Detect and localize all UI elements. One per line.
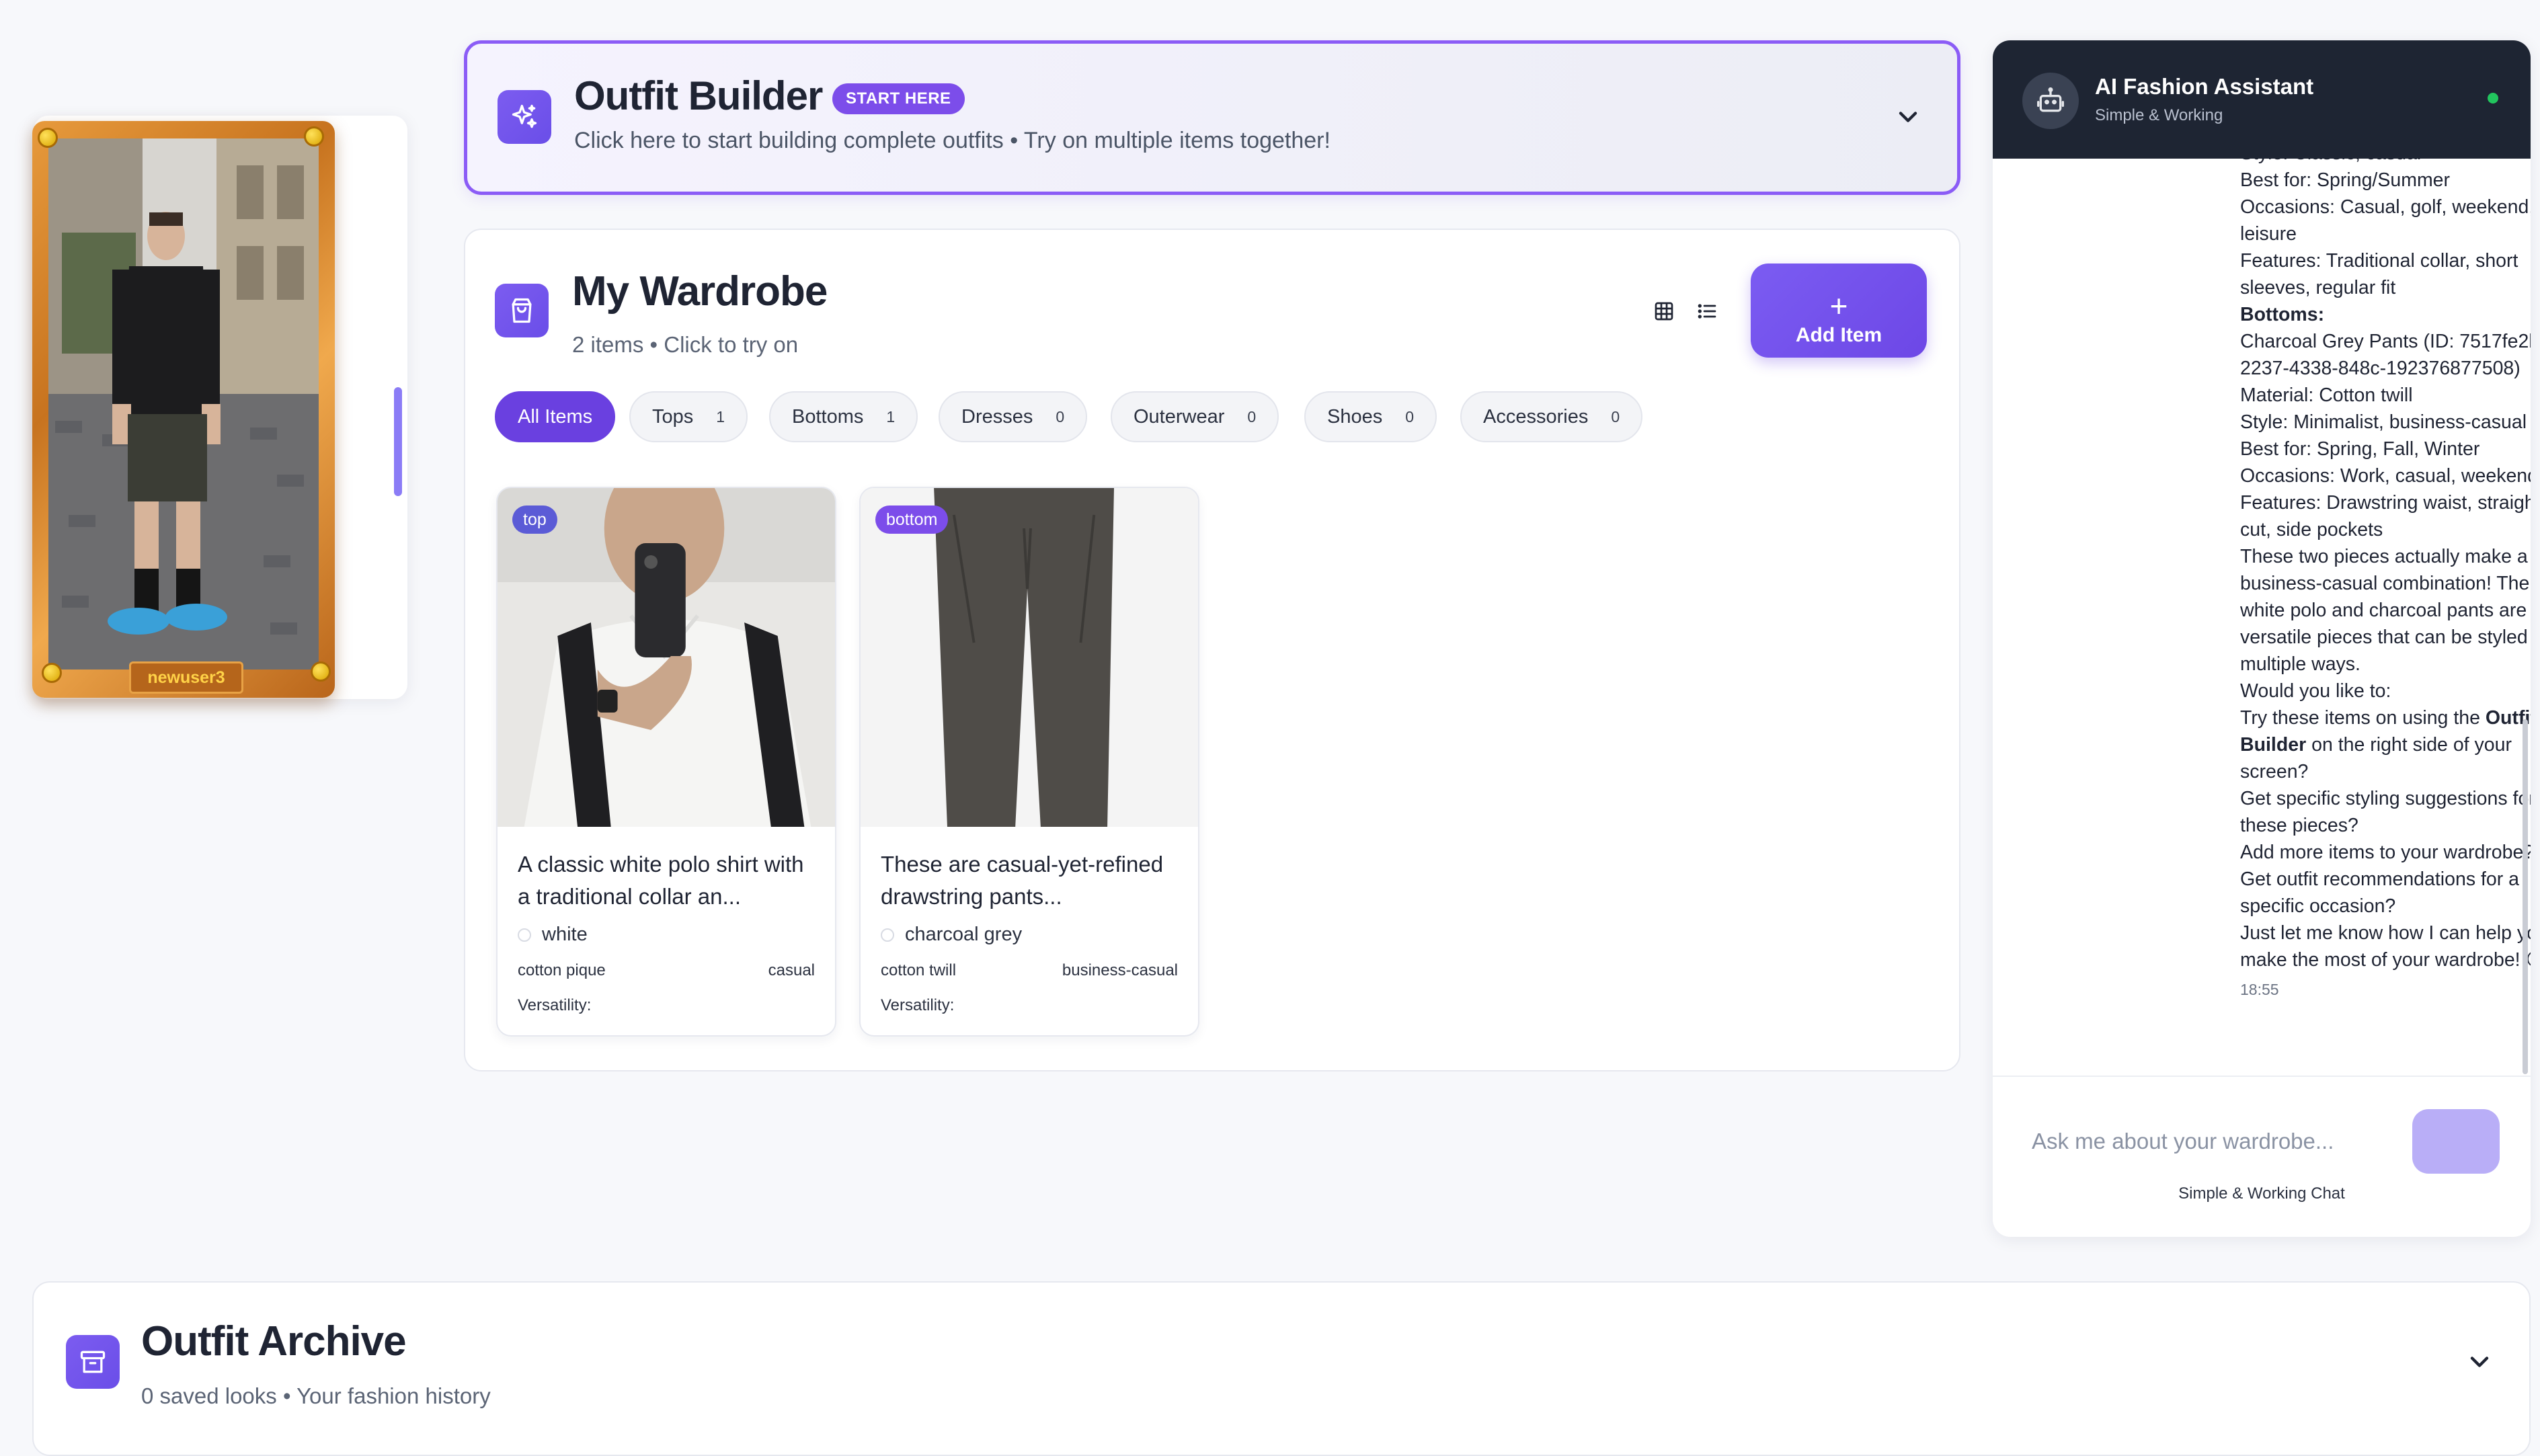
message-timestamp: 18:55: [2240, 981, 2279, 998]
filter-count: 1: [886, 407, 896, 426]
filter-outerwear[interactable]: Outerwear 0: [1111, 391, 1279, 442]
outfit-archive-title: Outfit Archive: [141, 1318, 407, 1365]
assistant-message: Style: Classic, casual Best for: Spring/…: [2240, 159, 2531, 1003]
chat-input[interactable]: [2030, 1109, 2407, 1174]
item-style: casual: [768, 961, 815, 979]
frame-corner-ornament: [311, 661, 331, 682]
item-color-label: white: [542, 924, 588, 945]
add-item-button[interactable]: + Add Item: [1751, 264, 1927, 358]
item-material: cotton twill: [881, 961, 957, 979]
item-description: These are casual-yet-refined drawstring …: [881, 852, 1164, 909]
filter-label: Accessories: [1483, 405, 1589, 428]
category-tag: bottom: [875, 505, 949, 534]
item-color-label: charcoal grey: [905, 924, 1023, 945]
chevron-down-icon[interactable]: [2465, 1347, 2494, 1377]
outfit-archive-panel[interactable]: [32, 1281, 2531, 1456]
chat-divider: [1993, 1076, 2531, 1077]
wardrobe-subtitle: 2 items • Click to try on: [572, 332, 799, 357]
outfit-builder-subtitle: Click here to start building complete ou…: [574, 128, 1331, 153]
item-style: business-casual: [1062, 961, 1178, 979]
avatar-photo: [48, 138, 319, 670]
filter-label: Outerwear: [1134, 405, 1225, 428]
chat-scrollbar[interactable]: [2523, 719, 2528, 1074]
outfit-builder-title: Outfit Builder: [574, 73, 823, 118]
filter-count: 1: [716, 407, 725, 426]
filter-label: Shoes: [1327, 405, 1383, 428]
filter-tops[interactable]: Tops 1: [629, 391, 748, 442]
filter-label: Tops: [652, 405, 694, 428]
message-line: Occasions: Work, casual, weekend: [2240, 465, 2531, 487]
item-photo: bottom: [861, 488, 1198, 827]
list-view-icon[interactable]: [1690, 294, 1724, 328]
message-line: Get outfit recommendations for a specifi…: [2240, 868, 2520, 917]
message-line: Style: Minimalist, business-casual: [2240, 411, 2527, 433]
frame-corner-ornament: [304, 126, 324, 147]
item-description: A classic white polo shirt with a tradit…: [518, 852, 804, 909]
item-versatility: Versatility:: [881, 996, 955, 1014]
add-item-label: Add Item: [1795, 324, 1882, 346]
robot-icon: [2022, 73, 2079, 129]
message-line: Would you like to:: [2240, 680, 2391, 702]
filter-count: 0: [1405, 407, 1415, 426]
filter-shoes[interactable]: Shoes 0: [1304, 391, 1437, 442]
archive-icon: [66, 1335, 120, 1389]
avatar-username: newuser3: [129, 661, 243, 694]
shopping-bag-icon: [495, 284, 549, 337]
filter-label: All Items: [518, 405, 593, 428]
sparkles-icon: [498, 90, 551, 144]
filter-dresses[interactable]: Dresses 0: [939, 391, 1088, 442]
message-line: Bottoms:: [2240, 301, 2531, 328]
filter-accessories[interactable]: Accessories 0: [1460, 391, 1643, 442]
item-versatility: Versatility:: [518, 996, 592, 1014]
color-swatch: [881, 928, 894, 942]
wardrobe-item-card[interactable]: top A classic white polo shirt with a tr…: [496, 487, 836, 1037]
avatar-panel-handle[interactable]: [394, 387, 402, 496]
message-line: Best for: Spring, Fall, Winter: [2240, 438, 2480, 460]
filter-all-items[interactable]: All Items: [495, 391, 616, 442]
message-line: Material: Cotton twill: [2240, 385, 2413, 406]
message-line: Just let me know how I can help you make…: [2240, 922, 2531, 971]
message-line: These two pieces actually make a nice bu…: [2240, 546, 2531, 675]
message-line: Features: Drawstring waist, straight leg…: [2240, 492, 2531, 540]
chat-messages[interactable]: Style: Classic, casual Best for: Spring/…: [1993, 159, 2531, 1076]
message-heading: Bottoms:: [2240, 304, 2325, 325]
message-text: Try these items on using the: [2240, 707, 2486, 729]
chat-footer: Simple & Working Chat: [2178, 1184, 2345, 1203]
online-indicator: [2488, 93, 2498, 104]
message-line: Style: Classic, casual: [2240, 159, 2531, 167]
item-photo: top: [498, 488, 835, 827]
filter-count: 0: [1611, 407, 1620, 426]
message-line: Add more items to your wardrobe?: [2240, 842, 2531, 863]
message-line: Features: Traditional collar, short slee…: [2240, 250, 2518, 298]
filter-label: Bottoms: [792, 405, 864, 428]
plus-icon: +: [1829, 288, 1848, 323]
chat-title: AI Fashion Assistant: [2095, 74, 2314, 99]
frame-corner-ornament: [38, 128, 58, 148]
message-line: Best for: Spring/Summer: [2240, 169, 2451, 191]
send-button[interactable]: [2412, 1109, 2500, 1174]
filter-count: 0: [1056, 407, 1065, 426]
message-line: Get specific styling suggestions for the…: [2240, 788, 2531, 836]
wardrobe-title: My Wardrobe: [572, 268, 828, 315]
filter-bottoms[interactable]: Bottoms 1: [769, 391, 918, 442]
message-line: Try these items on using the Outfit Buil…: [2240, 704, 2531, 785]
filter-label: Dresses: [961, 405, 1033, 428]
filter-count: 0: [1247, 407, 1257, 426]
grid-view-icon[interactable]: [1647, 294, 1681, 328]
wardrobe-item-card[interactable]: bottom These are casual-yet-refined draw…: [859, 487, 1199, 1037]
chevron-down-icon[interactable]: [1893, 102, 1923, 132]
frame-corner-ornament: [42, 663, 62, 683]
item-color: charcoal grey: [881, 924, 1022, 946]
message-line: Charcoal Grey Pants (ID: 7517fe2b-2237-4…: [2240, 331, 2531, 379]
outfit-archive-subtitle: 0 saved looks • Your fashion history: [141, 1383, 491, 1408]
category-tag: top: [512, 505, 557, 534]
item-color: white: [518, 924, 588, 946]
start-here-badge: START HERE: [832, 83, 965, 114]
message-line: Occasions: Casual, golf, weekend, leisur…: [2240, 196, 2531, 245]
item-material: cotton pique: [518, 961, 606, 979]
color-swatch: [518, 928, 531, 942]
chat-status: Simple & Working: [2095, 106, 2223, 124]
